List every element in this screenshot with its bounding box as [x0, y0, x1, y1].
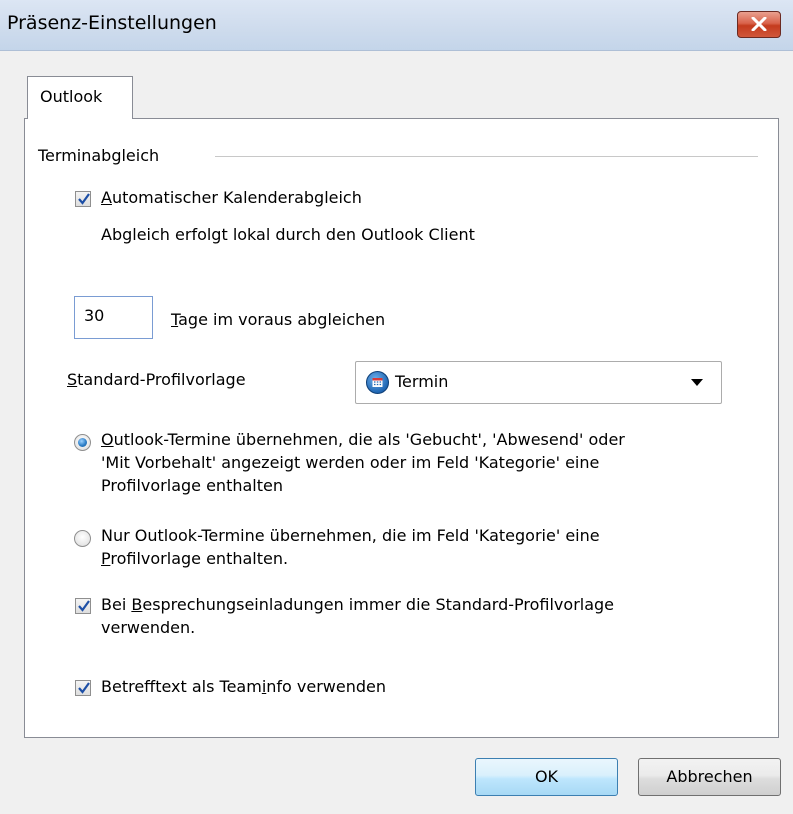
group-label-terminabgleich: Terminabgleich — [38, 146, 166, 165]
cancel-button[interactable]: Abbrechen — [638, 758, 781, 796]
auto-sync-label[interactable]: Automatischer Kalenderabgleich — [101, 187, 362, 209]
radio-import-all-label-line1[interactable]: Outlook-Termine übernehmen, die als 'Geb… — [101, 429, 625, 451]
profile-template-value: Termin — [395, 372, 449, 391]
tab-panel-outlook — [24, 118, 779, 738]
subject-teaminfo-checkbox[interactable] — [75, 680, 91, 696]
title-bar[interactable]: Präsenz-Einstellungen — [0, 0, 793, 51]
auto-sync-checkbox[interactable] — [75, 191, 91, 207]
close-icon — [751, 17, 767, 31]
radio-selected-dot — [78, 438, 87, 447]
radio-import-all-label-line2[interactable]: 'Mit Vorbehalt' angezeigt werden oder im… — [101, 452, 599, 474]
days-ahead-input[interactable]: 30 — [74, 296, 153, 339]
subject-teaminfo-label[interactable]: Betrefftext als Teaminfo verwenden — [101, 676, 386, 698]
radio-import-all-label-line3[interactable]: Profilvorlage enthalten — [101, 475, 283, 497]
calendar-icon — [366, 371, 389, 394]
auto-sync-note: Abgleich erfolgt lokal durch den Outlook… — [101, 225, 475, 244]
meeting-invites-label-line1[interactable]: Bei Besprechungseinladungen immer die St… — [101, 594, 614, 616]
meeting-invites-checkbox[interactable] — [75, 598, 91, 614]
tab-outlook-label: Outlook — [40, 87, 103, 106]
window-title: Präsenz-Einstellungen — [7, 12, 217, 34]
presence-settings-dialog: Präsenz-Einstellungen Outlook Terminabgl… — [0, 0, 793, 814]
close-button[interactable] — [737, 11, 781, 38]
ok-button[interactable]: OK — [475, 758, 618, 796]
group-divider — [215, 156, 758, 157]
radio-import-category-only[interactable] — [74, 530, 91, 547]
days-ahead-value: 30 — [84, 306, 105, 325]
profile-template-dropdown[interactable]: Termin — [355, 361, 722, 404]
tab-outlook[interactable]: Outlook — [27, 76, 133, 119]
radio-category-label-line1[interactable]: Nur Outlook-Termine übernehmen, die im F… — [101, 525, 600, 547]
profile-template-label: Standard-Profilvorlage — [67, 370, 246, 389]
meeting-invites-label-line2[interactable]: verwenden. — [101, 617, 195, 639]
radio-category-label-line2[interactable]: Profilvorlage enthalten. — [101, 548, 288, 570]
chevron-down-icon — [691, 379, 703, 386]
checkmark-icon — [78, 600, 90, 612]
checkmark-icon — [78, 682, 90, 694]
checkmark-icon — [78, 193, 90, 205]
days-ahead-label: Tage im voraus abgleichen — [171, 310, 386, 329]
radio-import-all-appointments[interactable] — [74, 434, 91, 451]
